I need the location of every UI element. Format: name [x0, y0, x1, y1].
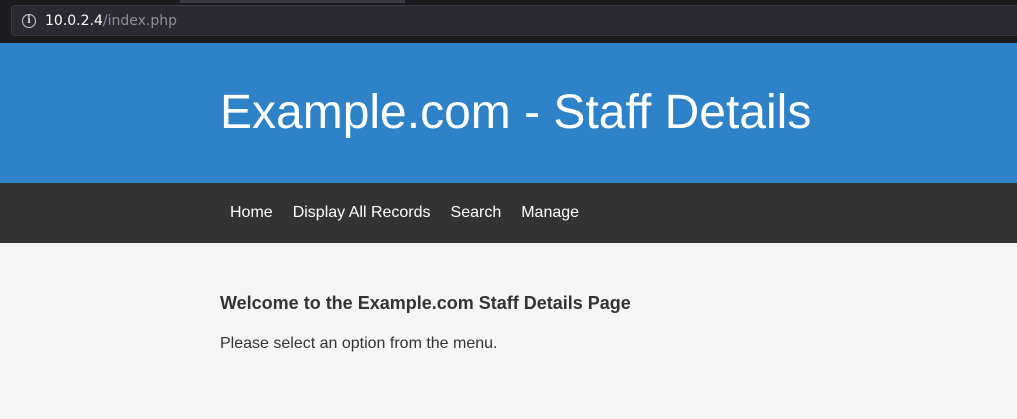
welcome-heading: Welcome to the Example.com Staff Details…: [220, 293, 631, 313]
browser-chrome: i 10.0.2.4/index.php: [0, 0, 1017, 43]
page-title: Example.com - Staff Details: [220, 86, 812, 139]
nav-bar: Home Display All Records Search Manage: [0, 183, 1017, 243]
active-tab-indicator: [180, 0, 405, 3]
address-bar[interactable]: i 10.0.2.4/index.php: [11, 5, 1017, 36]
tab-strip: [0, 0, 1017, 3]
main-content: Welcome to the Example.com Staff Details…: [0, 243, 1017, 419]
page-header: Example.com - Staff Details: [0, 43, 1017, 183]
nav-link-search[interactable]: Search: [441, 194, 512, 232]
nav-link-home[interactable]: Home: [220, 194, 283, 232]
url-path: /index.php: [102, 12, 178, 29]
url-host: 10.0.2.4: [45, 12, 103, 29]
info-icon[interactable]: i: [22, 13, 36, 28]
url-text[interactable]: 10.0.2.4/index.php: [45, 14, 177, 28]
nav-link-manage[interactable]: Manage: [511, 194, 589, 232]
nav-link-display-all-records[interactable]: Display All Records: [283, 194, 441, 232]
welcome-text: Please select an option from the menu.: [220, 335, 498, 352]
